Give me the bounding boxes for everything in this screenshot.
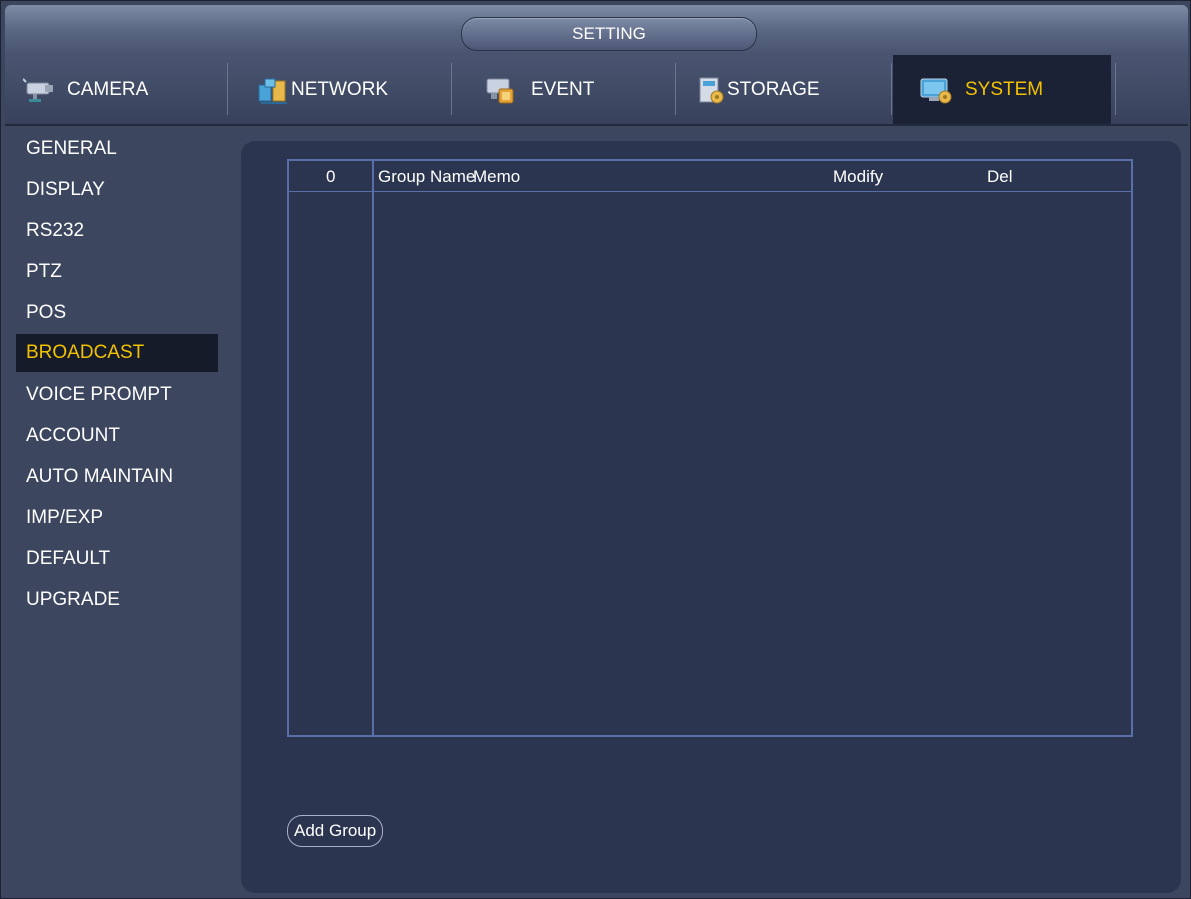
sidebar-item-rs232[interactable]: RS232 [16, 212, 218, 250]
tab-event-label: EVENT [531, 78, 595, 100]
tab-divider [451, 63, 452, 115]
tab-storage-label: STORAGE [727, 78, 820, 100]
sidebar-item-ptz[interactable]: PTZ [16, 253, 218, 291]
tab-camera[interactable]: CAMERA [22, 55, 149, 124]
title-bar: SETTING [5, 5, 1188, 55]
tab-system-label: SYSTEM [965, 78, 1044, 100]
tab-network[interactable]: NETWORK [257, 55, 388, 124]
tab-divider [675, 63, 676, 115]
sidebar-item-account[interactable]: ACCOUNT [16, 417, 218, 455]
setting-window: SETTING CAMERA NETWORK EVENT STORAGE SYS… [0, 0, 1191, 899]
tab-camera-label: CAMERA [67, 78, 149, 100]
col-index: 0 [326, 167, 336, 186]
storage-icon [697, 75, 727, 105]
system-icon [917, 75, 955, 105]
col-group-name: Group Name [378, 167, 476, 186]
sidebar-item-general[interactable]: GENERAL [16, 130, 218, 168]
sidebar-item-upgrade[interactable]: UPGRADE [16, 581, 218, 619]
broadcast-panel: 0 Group Name Memo Modify Del Add Group [241, 141, 1181, 893]
tab-divider [227, 63, 228, 115]
tab-system[interactable]: SYSTEM [893, 55, 1111, 124]
network-icon [257, 75, 291, 105]
event-icon [481, 75, 519, 105]
tab-storage[interactable]: STORAGE [697, 55, 820, 124]
window-title: SETTING [461, 17, 757, 51]
table-column-divider [372, 161, 374, 735]
tab-divider [891, 63, 892, 115]
sidebar-item-voice-prompt[interactable]: VOICE PROMPT [16, 376, 218, 414]
table-header: 0 Group Name Memo Modify Del [289, 161, 1131, 192]
sidebar-item-display[interactable]: DISPLAY [16, 171, 218, 209]
sidebar-item-broadcast[interactable]: BROADCAST [16, 334, 218, 372]
col-memo: Memo [473, 167, 521, 186]
sidebar-item-pos[interactable]: POS [16, 294, 218, 332]
tab-bar: CAMERA NETWORK EVENT STORAGE SYSTEM [5, 55, 1188, 126]
tab-divider [1115, 63, 1116, 115]
add-group-button[interactable]: Add Group [287, 815, 384, 847]
sidebar-item-auto-maintain[interactable]: AUTO MAINTAIN [16, 458, 218, 496]
camera-icon [22, 75, 61, 105]
sidebar-item-imp-exp[interactable]: IMP/EXP [16, 499, 218, 537]
sidebar-item-default[interactable]: DEFAULT [16, 540, 218, 578]
col-modify: Modify [833, 167, 884, 186]
tab-network-label: NETWORK [291, 78, 389, 100]
sidebar: GENERAL DISPLAY RS232 PTZ POS BROADCAST … [5, 126, 237, 896]
col-del: Del [987, 167, 1013, 186]
group-table: 0 Group Name Memo Modify Del [287, 159, 1133, 737]
tab-event[interactable]: EVENT [481, 55, 594, 124]
